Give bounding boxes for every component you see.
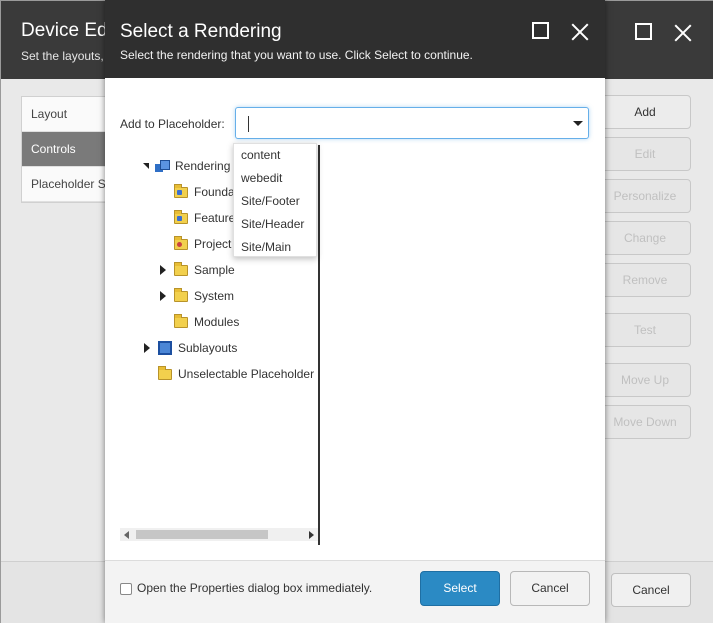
- tree-node-unselectable-placeholder[interactable]: Unselectable Placeholder: [158, 364, 314, 384]
- folder-badge-icon: [174, 183, 188, 198]
- device-editor-title: Device Edi: [21, 20, 112, 41]
- tree-node-feature[interactable]: Feature: [174, 208, 235, 228]
- open-properties-checkbox[interactable]: [120, 583, 132, 595]
- close-icon[interactable]: [674, 23, 692, 41]
- change-button[interactable]: Change: [599, 221, 691, 255]
- tab-layout[interactable]: Layout: [22, 97, 110, 132]
- tree-node-label: System: [194, 289, 235, 303]
- dropdown-option-site-footer[interactable]: Site/Footer: [234, 190, 316, 213]
- dropdown-option-content[interactable]: content: [234, 144, 316, 167]
- folder-badge-icon: [174, 209, 188, 224]
- tree-node-sample[interactable]: Sample: [160, 260, 235, 280]
- test-button[interactable]: Test: [599, 313, 691, 347]
- dialog-title: Select a Rendering: [120, 21, 282, 42]
- move-up-button[interactable]: Move Up: [599, 363, 691, 397]
- tree-node-foundation[interactable]: Founda: [174, 182, 235, 202]
- tab-controls[interactable]: Controls: [22, 132, 110, 167]
- tree-node-label: Sample: [194, 263, 235, 277]
- select-rendering-dialog: Select a Rendering Select the rendering …: [105, 0, 605, 623]
- tab-placeholder-settings[interactable]: Placeholder S: [22, 167, 110, 202]
- placeholder-dropdown-list: content webedit Site/Footer Site/Header …: [233, 143, 317, 257]
- maximize-icon[interactable]: [532, 22, 549, 39]
- placeholder-select[interactable]: [235, 107, 589, 139]
- folder-icon: [174, 261, 188, 276]
- tree-node-label: Sublayouts: [178, 341, 238, 355]
- tree-node-label: Founda: [194, 185, 235, 199]
- tree-node-project[interactable]: Project: [174, 234, 231, 254]
- dialog-footer: Open the Properties dialog box immediate…: [105, 560, 605, 623]
- dropdown-option-webedit[interactable]: webedit: [234, 167, 316, 190]
- placeholder-label: Add to Placeholder:: [120, 117, 225, 131]
- device-editor-cancel-button[interactable]: Cancel: [611, 573, 691, 607]
- device-editor-tabs: Layout Controls Placeholder S: [21, 96, 111, 203]
- folder-icon: [174, 287, 188, 302]
- chevron-down-icon[interactable]: [573, 121, 583, 126]
- tree-node-label: Unselectable Placeholder: [178, 367, 315, 381]
- tree-node-rendering[interactable]: Rendering: [143, 156, 230, 176]
- expand-arrow-icon[interactable]: [160, 291, 166, 301]
- personalize-button[interactable]: Personalize: [599, 179, 691, 213]
- add-button[interactable]: Add: [599, 95, 691, 129]
- device-editor-subtitle: Set the layouts,: [21, 49, 104, 63]
- select-button[interactable]: Select: [420, 571, 500, 606]
- folder-icon: [174, 313, 188, 328]
- scroll-left-icon[interactable]: [124, 531, 129, 539]
- tree-node-label: Feature: [194, 211, 236, 225]
- tree-node-sublayouts[interactable]: Sublayouts: [144, 338, 237, 358]
- move-down-button[interactable]: Move Down: [599, 405, 691, 439]
- collapse-arrow-icon[interactable]: [143, 163, 149, 169]
- tree-node-label: Project: [194, 237, 232, 251]
- dialog-subtitle: Select the rendering that you want to us…: [120, 48, 473, 62]
- expand-arrow-icon[interactable]: [144, 343, 150, 353]
- cancel-button[interactable]: Cancel: [510, 571, 590, 606]
- scroll-right-icon[interactable]: [309, 531, 314, 539]
- tree-node-modules[interactable]: Modules: [174, 312, 239, 332]
- maximize-icon[interactable]: [635, 23, 652, 40]
- open-properties-label: Open the Properties dialog box immediate…: [137, 581, 373, 595]
- tree-node-label: Modules: [194, 315, 240, 329]
- expand-arrow-icon[interactable]: [160, 265, 166, 275]
- folder-icon: [158, 365, 172, 380]
- tree-node-label: Rendering: [175, 159, 231, 173]
- tree-node-system[interactable]: System: [160, 286, 234, 306]
- rendering-icon: [155, 160, 170, 172]
- dropdown-option-site-main[interactable]: Site/Main: [234, 236, 316, 259]
- folder-badge-icon: [174, 235, 188, 250]
- text-caret: [248, 116, 249, 132]
- tree-horizontal-scrollbar[interactable]: [120, 528, 318, 541]
- edit-button[interactable]: Edit: [599, 137, 691, 171]
- device-editor-actions: Add Edit Personalize Change Remove Test …: [599, 95, 691, 447]
- dropdown-option-site-header[interactable]: Site/Header: [234, 213, 316, 236]
- remove-button[interactable]: Remove: [599, 263, 691, 297]
- sublayout-icon: [158, 341, 172, 355]
- close-icon[interactable]: [571, 22, 589, 40]
- scrollbar-thumb[interactable]: [136, 530, 268, 539]
- dialog-header: Select a Rendering Select the rendering …: [105, 0, 605, 78]
